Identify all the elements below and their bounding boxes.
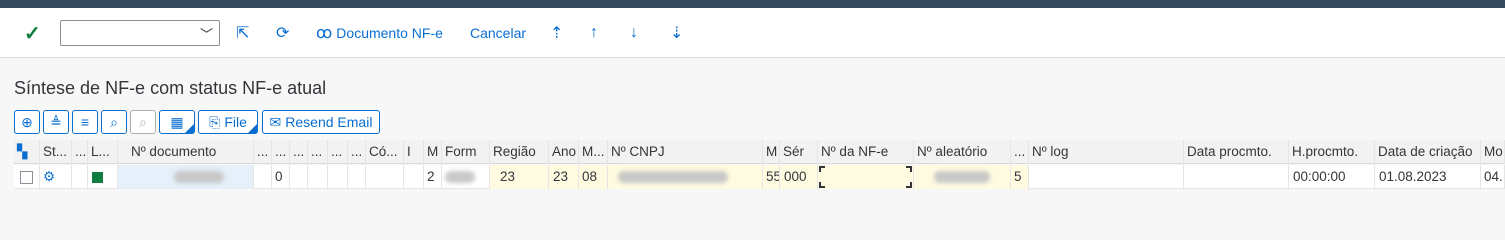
cell-9: [328, 165, 348, 189]
cell-10: [348, 165, 366, 189]
file-export-button[interactable]: ⎘ File: [198, 110, 258, 134]
previous-page-icon[interactable]: ↑: [590, 22, 598, 44]
cell-mo: 04.: [1481, 165, 1505, 189]
col-header-modelo[interactable]: M: [763, 140, 780, 164]
cell-regiao: 23: [490, 165, 549, 189]
col-header-l[interactable]: L...: [88, 140, 118, 164]
col-header-mo[interactable]: Mo: [1481, 140, 1505, 164]
next-page-icon[interactable]: ↓: [630, 22, 638, 44]
col-header-23[interactable]: ...: [1011, 140, 1029, 164]
cancel-button[interactable]: Cancelar: [470, 22, 526, 44]
table-row[interactable]: ⚙ 0 2 23 23 08 55 000 5 00:00:00 01.08.2…: [14, 165, 1505, 189]
layout-button[interactable]: ▦: [159, 110, 195, 134]
top-shell-bar: [0, 0, 1505, 8]
zoom-details-button[interactable]: ⊕: [14, 110, 40, 134]
col-header-mes[interactable]: M...: [579, 140, 608, 164]
col-header-m[interactable]: M: [424, 140, 442, 164]
envelope-icon: ✉: [269, 113, 282, 130]
main-toolbar: ✓ ﹀ ⇱ ⟳ ꝏ Documento NF-e Cancelar ⇡ ↑ ↓ …: [0, 8, 1505, 58]
glasses-icon: ꝏ: [316, 25, 333, 42]
refresh-icon[interactable]: ⟳: [276, 22, 289, 44]
export-icon: ⎘: [209, 113, 221, 130]
layout-grid-icon: ▦: [170, 113, 184, 130]
gear-icon[interactable]: ⚙: [40, 165, 72, 189]
search-next-button[interactable]: ⌕: [130, 110, 156, 134]
col-header-status[interactable]: St...: [40, 140, 72, 164]
cell-cnpj: [608, 165, 763, 189]
status-light: [88, 165, 118, 189]
first-page-icon[interactable]: ⇡: [550, 22, 563, 44]
search-button[interactable]: ⌕: [101, 110, 127, 134]
col-header-2[interactable]: ...: [72, 140, 88, 164]
col-header-data-procmto[interactable]: Data procmto.: [1184, 140, 1289, 164]
cell-8: [308, 165, 328, 189]
cell-data-criacao: 01.08.2023: [1375, 165, 1481, 189]
sort-asc-button[interactable]: ≜: [43, 110, 69, 134]
cell-7: [290, 165, 308, 189]
col-header-hora-procmto[interactable]: H.procmto.: [1289, 140, 1375, 164]
col-header-log[interactable]: Nº log: [1029, 140, 1184, 164]
col-header-nf-e[interactable]: Nº da NF-e: [818, 140, 914, 164]
select-all-icon[interactable]: ▚: [14, 140, 40, 164]
filter-button[interactable]: ≡: [72, 110, 98, 134]
cell-i: [404, 165, 424, 189]
cell-log: [1029, 165, 1184, 189]
zoom-icon: ⊕: [21, 113, 33, 130]
cell-2: [72, 165, 88, 189]
col-header-9[interactable]: ...: [328, 140, 348, 164]
sort-ascending-icon: ≜: [50, 113, 62, 130]
col-header-serie[interactable]: Sér: [780, 140, 818, 164]
cell-aleatorio: [914, 165, 1011, 189]
cell-6: 0: [272, 165, 290, 189]
cell-codigo: [366, 165, 404, 189]
cell-serie: 000: [780, 165, 818, 189]
cell-form: [442, 165, 490, 189]
cell-data-procmto: [1184, 165, 1289, 189]
search-next-icon: ⌕: [139, 113, 147, 130]
col-header-form[interactable]: Form: [442, 140, 490, 164]
cell-documento[interactable]: [118, 165, 254, 189]
col-header-5[interactable]: ...: [254, 140, 272, 164]
filter-icon: ≡: [80, 114, 90, 130]
col-header-i[interactable]: I: [404, 140, 424, 164]
command-combo[interactable]: ﹀: [60, 20, 220, 46]
col-header-ano[interactable]: Ano: [549, 140, 579, 164]
grid-header: ▚ St... ... L... Nº documento ... ... ..…: [14, 140, 1505, 164]
chevron-down-icon[interactable]: ﹀: [200, 24, 213, 43]
col-header-6[interactable]: ...: [272, 140, 290, 164]
select-cursor-icon[interactable]: ⇱: [236, 22, 249, 44]
cell-hora-procmto: 00:00:00: [1289, 165, 1375, 189]
col-header-data-criacao[interactable]: Data de criação: [1375, 140, 1481, 164]
search-icon: ⌕: [110, 113, 118, 130]
col-header-8[interactable]: ...: [308, 140, 328, 164]
cell-modelo: 55: [763, 165, 780, 189]
cell-ano: 23: [549, 165, 579, 189]
document-nfe-button[interactable]: ꝏ Documento NF-e: [316, 22, 443, 44]
cell-mes: 08: [579, 165, 608, 189]
col-header-documento[interactable]: Nº documento: [118, 140, 254, 164]
col-header-aleatorio[interactable]: Nº aleatório: [914, 140, 1011, 164]
col-header-7[interactable]: ...: [290, 140, 308, 164]
row-checkbox[interactable]: [14, 165, 40, 189]
cell-5: [254, 165, 272, 189]
cell-nf-e[interactable]: [818, 165, 914, 189]
col-header-regiao[interactable]: Região: [490, 140, 549, 164]
resend-email-button[interactable]: ✉ Resend Email: [262, 110, 380, 134]
col-header-10[interactable]: ...: [348, 140, 366, 164]
cell-status-num: 5: [1011, 165, 1029, 189]
cell-m: 2: [424, 165, 442, 189]
col-header-codigo[interactable]: Có...: [366, 140, 404, 164]
green-status-icon: [92, 171, 103, 183]
last-page-icon[interactable]: ⇣: [670, 22, 683, 44]
page-title: Síntese de NF-e com status NF-e atual: [14, 78, 327, 98]
col-header-cnpj[interactable]: Nº CNPJ: [608, 140, 763, 164]
confirm-check-icon[interactable]: ✓: [24, 22, 41, 45]
